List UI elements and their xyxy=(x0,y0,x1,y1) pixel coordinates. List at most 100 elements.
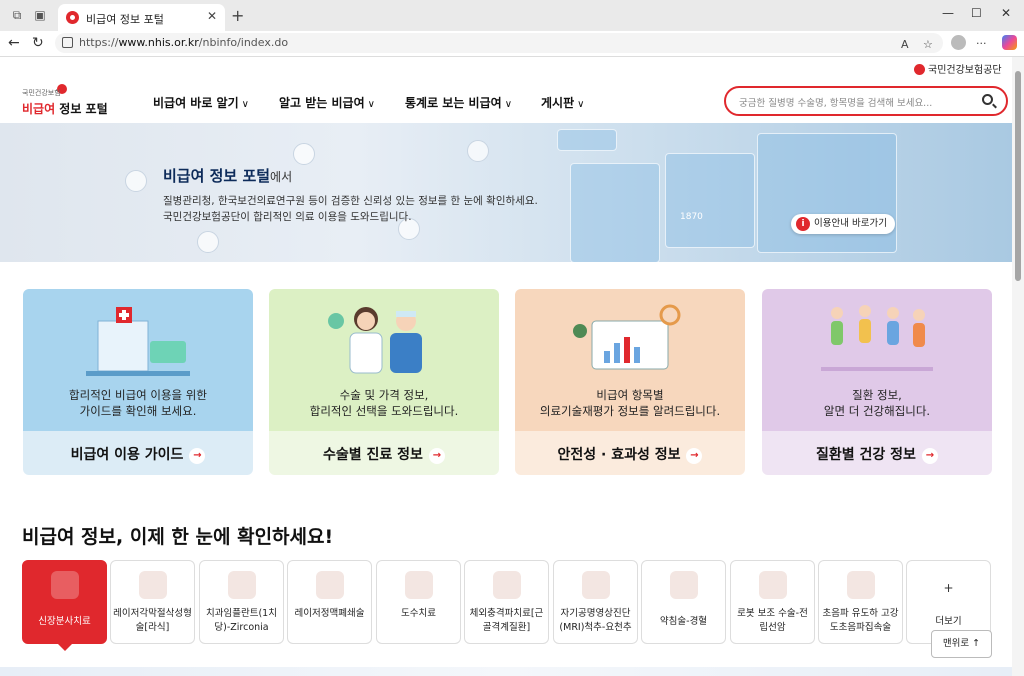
tab-actions-icon[interactable]: ▣ xyxy=(33,8,47,22)
close-tab-icon[interactable]: ✕ xyxy=(207,9,217,23)
logo-title: 비급여 정보 포털 xyxy=(22,102,108,116)
card-description: 합리적인 비급여 이용을 위한 가이드를 확인해 보세요. xyxy=(69,388,207,418)
category-label: 신장분사치료 xyxy=(38,616,91,627)
new-tab-icon[interactable]: + xyxy=(231,6,244,25)
category-3[interactable]: 레이저정맥폐쇄술 xyxy=(287,560,372,644)
nhis-favicon-icon xyxy=(66,11,79,24)
analytics-illustration-icon xyxy=(573,304,681,370)
top-strip: 국민건강보험공단 xyxy=(0,57,1012,77)
site-logo[interactable]: 국민건강보험 비급여 정보 포털 xyxy=(22,83,122,117)
category-label: 더보기 xyxy=(935,616,962,627)
document-icon xyxy=(467,140,489,162)
address-bar[interactable]: https://www.nhis.or.kr/nbinfo/index.do A… xyxy=(55,33,943,53)
copilot-icon[interactable] xyxy=(1002,35,1017,50)
body-screen-graphic: 1870 xyxy=(665,153,755,248)
card-surgery[interactable]: 수술 및 가격 정보, 합리적인 선택을 도와드립니다. 수술별 진료 정보 → xyxy=(269,289,499,475)
arrow-right-icon: → xyxy=(921,448,938,464)
scrollbar-thumb[interactable] xyxy=(1015,71,1021,281)
category-label: 약침술-경혈 xyxy=(659,616,708,627)
doctors-illustration-icon xyxy=(328,307,422,374)
category-2[interactable]: 치과임플란트(1치당)-Zirconia xyxy=(199,560,284,644)
site-header: 국민건강보험 비급여 정보 포털 비급여 바로 알기 ∨ 알고 받는 비급여 ∨ 통… xyxy=(0,77,1012,123)
category-5[interactable]: 체외충격파치료[근골격계질환] xyxy=(464,560,549,644)
card-title: 수술별 진료 정보 → xyxy=(269,444,499,464)
refresh-icon[interactable]: ↻ xyxy=(32,35,44,51)
arrow-right-icon: → xyxy=(189,448,206,464)
category-0[interactable]: 신장분사치료 xyxy=(22,560,107,644)
card-description: 수술 및 가격 정보, 합리적인 선택을 도와드립니다. xyxy=(309,388,459,418)
leg-vein-icon xyxy=(316,571,344,599)
card-top: 질환 정보, 알면 더 건강해집니다. xyxy=(762,289,992,431)
nav-item-board[interactable]: 게시판 ∨ xyxy=(541,94,584,111)
card-guide[interactable]: 합리적인 비급여 이용을 위한 가이드를 확인해 보세요. 비급여 이용 가이드 → xyxy=(23,289,253,475)
card-bottom: 안전성 · 효과성 정보 → xyxy=(515,431,745,475)
card-bottom: 비급여 이용 가이드 → xyxy=(23,431,253,475)
nav-item-statistics[interactable]: 통계로 보는 비급여 ∨ xyxy=(405,94,512,111)
chevron-down-icon: ∨ xyxy=(367,99,375,110)
card-safety[interactable]: 비급여 항목별 의료기술재평가 정보를 알려드립니다. 안전성 · 효과성 정보 → xyxy=(515,289,745,475)
favorite-star-icon[interactable]: ☆ xyxy=(923,38,933,51)
category-9[interactable]: 초음파 유도하 고강도초음파집속술 xyxy=(818,560,903,644)
card-description: 비급여 항목별 의료기술재평가 정보를 알려드립니다. xyxy=(539,388,721,418)
url-text: https://www.nhis.or.kr/nbinfo/index.do xyxy=(79,36,289,49)
maximize-icon[interactable]: ☐ xyxy=(971,6,982,20)
card-disease[interactable]: 질환 정보, 알면 더 건강해집니다. 질환별 건강 정보 → xyxy=(762,289,992,475)
category-label: 치과임플란트(1치당)-Zirconia xyxy=(206,608,277,633)
category-6[interactable]: 자기공명영상진단(MRI)척추-요천추 xyxy=(553,560,638,644)
category-label: 체외충격파치료[근골격계질환] xyxy=(469,608,544,633)
page-scrollbar[interactable] xyxy=(1012,57,1024,676)
mri-icon xyxy=(582,571,610,599)
location-pin-icon xyxy=(293,143,315,165)
settings-more-icon[interactable]: ··· xyxy=(976,37,987,50)
banner-line-2: 국민건강보험공단이 합리적인 의료 이용을 도와드립니다. xyxy=(163,211,412,223)
workspaces-icon[interactable]: ⧉ xyxy=(10,8,24,22)
card-description: 질환 정보, 알면 더 건강해집니다. xyxy=(823,388,931,418)
eye-icon xyxy=(139,571,167,599)
section-title: 비급여 정보, 이제 한 눈에 확인하세요! xyxy=(22,526,334,548)
hero-banner: 1870 비급여 정보 포털에서 질병관리청, 한국보건의료연구원 등이 검증한… xyxy=(0,123,1012,262)
tab-bar: ⧉ ▣ 비급여 정보 포털 ✕ + — ☐ ✕ xyxy=(0,0,1024,31)
scroll-top-button[interactable]: 맨위로 ↑ xyxy=(931,630,992,658)
card-top: 수술 및 가격 정보, 합리적인 선택을 도와드립니다. xyxy=(269,289,499,431)
minimize-icon[interactable]: — xyxy=(942,6,954,20)
card-title: 비급여 이용 가이드 → xyxy=(23,444,253,464)
category-4[interactable]: 도수치료 xyxy=(376,560,461,644)
nav-item-about[interactable]: 비급여 바로 알기 ∨ xyxy=(153,94,249,111)
hologram-screen-graphic xyxy=(570,163,660,262)
category-1[interactable]: 레이저각막절삭성형술[라식] xyxy=(110,560,195,644)
chevron-down-icon: ∨ xyxy=(504,99,513,110)
back-icon[interactable]: ← xyxy=(8,35,20,51)
card-bottom: 질환별 건강 정보 → xyxy=(762,431,992,475)
chart-screen-graphic xyxy=(757,133,897,253)
nav-item-informed[interactable]: 알고 받는 비급여 ∨ xyxy=(279,94,375,111)
robot-arm-icon xyxy=(759,571,787,599)
category-label: 초음파 유도하 고강도초음파집속술 xyxy=(822,608,899,633)
next-section-edge xyxy=(0,667,1012,676)
read-aloud-icon[interactable]: A xyxy=(901,38,909,51)
category-7[interactable]: 약침술-경혈 xyxy=(641,560,726,644)
category-label: 레이저정맥폐쇄술 xyxy=(294,608,365,619)
acupuncture-icon xyxy=(670,571,698,599)
guide-shortcut-button[interactable]: i 이용안내 바로가기 xyxy=(791,214,895,234)
chevron-down-icon: ∨ xyxy=(241,99,249,110)
nhis-logo-icon xyxy=(914,64,925,75)
uterus-icon xyxy=(847,571,875,599)
profile-avatar[interactable] xyxy=(951,35,966,50)
nhis-org-link[interactable]: 국민건강보험공단 xyxy=(914,61,1002,76)
page-content: 국민건강보험공단 국민건강보험 비급여 정보 포털 비급여 바로 알기 ∨ 알고 … xyxy=(0,57,1012,676)
card-top: 합리적인 비급여 이용을 위한 가이드를 확인해 보세요. xyxy=(23,289,253,431)
info-icon: i xyxy=(796,217,810,231)
search-icon[interactable] xyxy=(982,94,993,105)
shockwave-device-icon xyxy=(493,571,521,599)
hospital-illustration-icon xyxy=(86,307,190,376)
category-8[interactable]: 로봇 보조 수술-전립선암 xyxy=(730,560,815,644)
card-bottom: 수술별 진료 정보 → xyxy=(269,431,499,475)
address-row: ← ↻ https://www.nhis.or.kr/nbinfo/index.… xyxy=(0,31,1024,57)
plus-icon: + xyxy=(943,581,954,595)
search-input[interactable]: 궁금한 질병명 수술명, 항목명을 검색해 보세요... xyxy=(724,86,1008,116)
close-window-icon[interactable]: ✕ xyxy=(1001,6,1011,20)
tab-title: 비급여 정보 포털 xyxy=(86,13,164,26)
logo-org-text: 국민건강보험 xyxy=(22,89,61,97)
category-label: 자기공명영상진단(MRI)척추-요천추 xyxy=(559,608,632,633)
browser-tab[interactable]: 비급여 정보 포털 ✕ xyxy=(58,4,225,31)
